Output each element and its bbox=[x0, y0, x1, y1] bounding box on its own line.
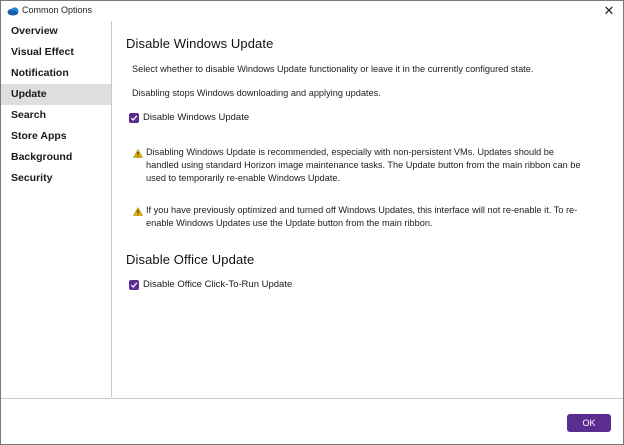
checkbox-box[interactable] bbox=[129, 279, 139, 290]
sidebar-item-store-apps[interactable]: Store Apps bbox=[1, 126, 111, 147]
checkbox-label: Disable Office Click-To-Run Update bbox=[143, 279, 293, 290]
sidebar-item-security[interactable]: Security bbox=[1, 168, 111, 189]
title-bar: Common Options ✕ bbox=[1, 1, 623, 21]
sidebar-item-update[interactable]: Update bbox=[1, 84, 111, 105]
sidebar-item-search[interactable]: Search bbox=[1, 105, 111, 126]
dialog-footer: OK bbox=[1, 398, 623, 444]
ok-button[interactable]: OK bbox=[567, 414, 611, 432]
sidebar-nav: Overview Visual Effect Notification Upda… bbox=[1, 21, 112, 397]
warning-icon bbox=[133, 207, 143, 216]
warning-message-1-line-3: used to temporarily re-enable Windows Up… bbox=[146, 173, 341, 183]
sidebar-item-notification[interactable]: Notification bbox=[1, 63, 111, 84]
office-update-heading: Disable Office Update bbox=[126, 252, 255, 267]
disable-windows-update-checkbox[interactable]: Disable Windows Update bbox=[129, 112, 249, 123]
close-button[interactable]: ✕ bbox=[595, 1, 623, 21]
warning-message-1-line-1: Disabling Windows Update is recommended,… bbox=[146, 147, 555, 157]
dialog-window: Common Options ✕ Overview Visual Effect … bbox=[0, 0, 624, 445]
checkmark-icon bbox=[130, 281, 138, 288]
sidebar-item-visual-effect[interactable]: Visual Effect bbox=[1, 42, 111, 63]
window-title: Common Options bbox=[22, 5, 93, 15]
windows-update-description: Disabling stops Windows downloading and … bbox=[132, 88, 381, 98]
checkmark-icon bbox=[130, 114, 138, 121]
sidebar-item-overview[interactable]: Overview bbox=[1, 21, 111, 42]
checkbox-box[interactable] bbox=[129, 112, 139, 123]
warning-message-1-line-2: handled using standard Horizon image mai… bbox=[146, 160, 581, 170]
windows-update-heading: Disable Windows Update bbox=[126, 36, 274, 51]
warning-message-2-line-2: enable Windows Updates use the Update bu… bbox=[146, 218, 433, 228]
warning-message-2-line-1: If you have previously optimized and tur… bbox=[146, 205, 578, 215]
cloud-icon bbox=[7, 7, 19, 16]
sidebar-item-background[interactable]: Background bbox=[1, 147, 111, 168]
close-icon: ✕ bbox=[603, 3, 615, 18]
update-settings-panel: Disable Windows Update Select whether to… bbox=[112, 21, 623, 397]
warning-icon bbox=[133, 149, 143, 158]
checkbox-label: Disable Windows Update bbox=[143, 112, 250, 123]
windows-update-intro: Select whether to disable Windows Update… bbox=[132, 64, 534, 74]
disable-office-update-checkbox[interactable]: Disable Office Click-To-Run Update bbox=[129, 279, 292, 290]
